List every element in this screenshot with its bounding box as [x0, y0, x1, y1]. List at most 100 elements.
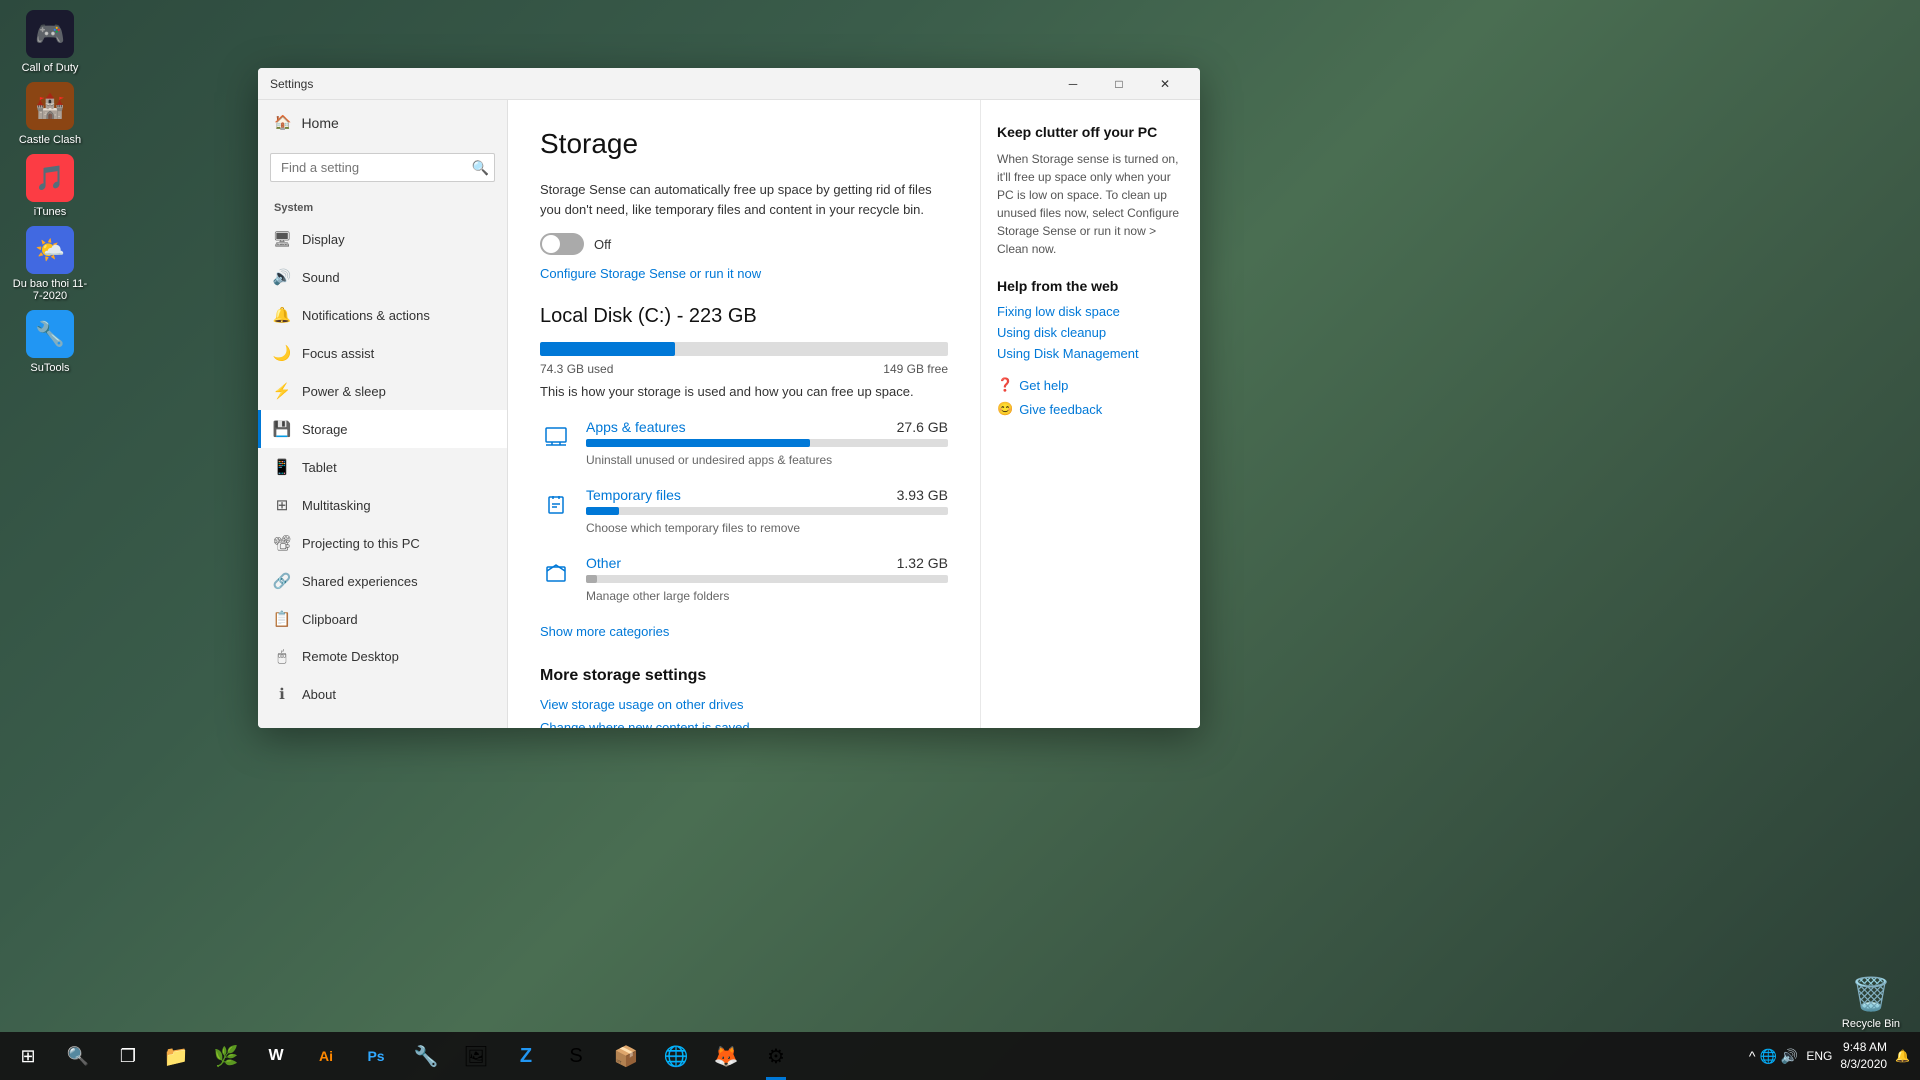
taskbar-steam[interactable]: S — [552, 1032, 600, 1080]
sidebar-label-multitasking: Multitasking — [302, 498, 371, 513]
taskbar-file-explorer[interactable]: 📁 — [152, 1032, 200, 1080]
keep-clutter-title: Keep clutter off your PC — [997, 124, 1184, 140]
storage-icon: 💾 — [274, 420, 290, 438]
desktop-icon-label-cc: Castle Clash — [19, 134, 81, 146]
desktop-icon-weather[interactable]: 🌤️ Du bao thoi 11-7-2020 — [10, 226, 90, 302]
sidebar-label-clipboard: Clipboard — [302, 612, 358, 627]
category-apps-features: Apps & features 27.6 GB Uninstall unused… — [540, 419, 948, 469]
sidebar-label-about: About — [302, 687, 336, 702]
other-details: Other 1.32 GB Manage other large folders — [586, 555, 948, 605]
tray-network[interactable]: 🌐 — [1759, 1048, 1776, 1065]
using-disk-cleanup-link[interactable]: Using disk cleanup — [997, 325, 1184, 340]
minimize-button[interactable]: ─ — [1050, 68, 1096, 100]
sidebar-item-clipboard[interactable]: 📋 Clipboard — [258, 600, 507, 638]
configure-storage-sense-link[interactable]: Configure Storage Sense or run it now — [540, 266, 761, 281]
taskbar-photoshop[interactable]: Ps — [352, 1032, 400, 1080]
system-tray: ^ 🌐 🔊 — [1749, 1048, 1798, 1065]
temporary-files-link[interactable]: Temporary files — [586, 487, 681, 503]
apps-features-details: Apps & features 27.6 GB Uninstall unused… — [586, 419, 948, 469]
taskbar-edge[interactable]: 🌐 — [652, 1032, 700, 1080]
taskbar-tool1[interactable]: 🔧 — [402, 1032, 450, 1080]
disk-bar-container — [540, 342, 948, 356]
sidebar-item-focus-assist[interactable]: 🌙 Focus assist — [258, 334, 507, 372]
change-save-location-link[interactable]: Change where new content is saved — [540, 720, 948, 728]
toggle-state-label: Off — [594, 237, 611, 252]
tray-volume[interactable]: 🔊 — [1781, 1048, 1798, 1065]
taskbar-gallery[interactable]: 🖼 — [452, 1032, 500, 1080]
taskbar: ⊞ 🔍 ❐ 📁 🌿 W Ai Ps 🔧 🖼 Z S 📦 🌐 🦊 ⚙ ^ 🌐 🔊 — [0, 1032, 1920, 1080]
taskbar-browser-green[interactable]: 🌿 — [202, 1032, 250, 1080]
taskbar-package[interactable]: 📦 — [602, 1032, 650, 1080]
notification-bell-icon[interactable]: 🔔 — [1895, 1049, 1910, 1063]
temporary-files-header: Temporary files 3.93 GB — [586, 487, 948, 503]
storage-sense-toggle-row: Off — [540, 233, 948, 255]
taskbar-firefox[interactable]: 🦊 — [702, 1032, 750, 1080]
sidebar-item-notifications[interactable]: 🔔 Notifications & actions — [258, 296, 507, 334]
desktop-icon-castle-clash[interactable]: 🏰 Castle Clash — [10, 82, 90, 146]
main-content: Storage Storage Sense can automatically … — [508, 100, 980, 728]
taskbar-illustrator[interactable]: Ai — [302, 1032, 350, 1080]
recycle-bin-label: Recycle Bin — [1842, 1018, 1900, 1030]
give-feedback-icon: 😊 — [997, 401, 1013, 417]
apps-features-link[interactable]: Apps & features — [586, 419, 686, 435]
maximize-button[interactable]: □ — [1096, 68, 1142, 100]
temporary-files-bar — [586, 507, 948, 515]
close-button[interactable]: ✕ — [1142, 68, 1188, 100]
window-controls: ─ □ ✕ — [1050, 68, 1188, 100]
sidebar-label-power-sleep: Power & sleep — [302, 384, 386, 399]
desktop-icon-sutools[interactable]: 🔧 SuTools — [10, 310, 90, 374]
sidebar-item-sound[interactable]: 🔊 Sound — [258, 258, 507, 296]
sidebar-item-projecting[interactable]: 📽 Projecting to this PC — [258, 524, 507, 562]
apps-features-bar — [586, 439, 948, 447]
help-from-web-title: Help from the web — [997, 278, 1184, 294]
show-more-categories-link[interactable]: Show more categories — [540, 624, 669, 639]
search-input[interactable] — [270, 153, 495, 182]
sidebar-label-shared-experiences: Shared experiences — [302, 574, 418, 589]
desktop-icon-itunes[interactable]: 🎵 iTunes — [10, 154, 90, 218]
apps-features-header: Apps & features 27.6 GB — [586, 419, 948, 435]
disk-bar-fill — [540, 342, 675, 356]
sidebar-item-shared-experiences[interactable]: 🔗 Shared experiences — [258, 562, 507, 600]
other-desc: Manage other large folders — [586, 589, 729, 603]
sidebar-label-remote-desktop: Remote Desktop — [302, 649, 399, 664]
taskbar-ztool[interactable]: Z — [502, 1032, 550, 1080]
search-icon-button[interactable]: 🔍 — [472, 159, 489, 176]
other-icon — [540, 557, 572, 589]
clipboard-icon: 📋 — [274, 610, 290, 628]
taskbar-word[interactable]: W — [252, 1032, 300, 1080]
start-button[interactable]: ⊞ — [4, 1032, 52, 1080]
panel-actions: ❓ Get help 😊 Give feedback — [997, 377, 1184, 417]
get-help-action[interactable]: ❓ Get help — [997, 377, 1184, 393]
fixing-low-disk-space-link[interactable]: Fixing low disk space — [997, 304, 1184, 319]
sidebar-item-display[interactable]: 🖥 Display — [258, 220, 507, 258]
temporary-files-bar-fill — [586, 507, 619, 515]
using-disk-management-link[interactable]: Using Disk Management — [997, 346, 1184, 361]
disk-used-stat: 74.3 GB used — [540, 362, 613, 376]
task-view-button[interactable]: ❐ — [104, 1032, 152, 1080]
desktop-icons-container: 🎮 Call of Duty 🏰 Castle Clash 🎵 iTunes 🌤… — [10, 10, 90, 374]
sidebar-item-remote-desktop[interactable]: 🖱 Remote Desktop — [258, 638, 507, 675]
home-icon: 🏠 — [274, 114, 291, 131]
storage-sense-toggle[interactable] — [540, 233, 584, 255]
give-feedback-action[interactable]: 😊 Give feedback — [997, 401, 1184, 417]
other-link[interactable]: Other — [586, 555, 621, 571]
other-bar — [586, 575, 948, 583]
view-storage-other-drives-link[interactable]: View storage usage on other drives — [540, 697, 948, 712]
language-indicator[interactable]: ENG — [1806, 1049, 1832, 1063]
more-settings-title: More storage settings — [540, 667, 948, 685]
recycle-bin-icon[interactable]: 🗑️ Recycle Bin — [1842, 970, 1900, 1030]
taskbar-settings[interactable]: ⚙ — [752, 1032, 800, 1080]
disk-free-stat: 149 GB free — [883, 362, 948, 376]
sidebar-item-power-sleep[interactable]: ⚡ Power & sleep — [258, 372, 507, 410]
sidebar-item-multitasking[interactable]: ⊞ Multitasking — [258, 486, 507, 524]
taskbar-time-display[interactable]: 9:48 AM 8/3/2020 — [1840, 1039, 1887, 1073]
sidebar-item-storage[interactable]: 💾 Storage — [258, 410, 507, 448]
window-titlebar: Settings ─ □ ✕ — [258, 68, 1200, 100]
tray-chevron[interactable]: ^ — [1749, 1048, 1756, 1064]
sidebar-home-item[interactable]: 🏠 Home — [258, 100, 507, 145]
sidebar-item-tablet[interactable]: 📱 Tablet — [258, 448, 507, 486]
search-button[interactable]: 🔍 — [54, 1032, 102, 1080]
desktop-icon-call-of-duty[interactable]: 🎮 Call of Duty — [10, 10, 90, 74]
about-icon: ℹ — [274, 685, 290, 703]
sidebar-item-about[interactable]: ℹ About — [258, 675, 507, 713]
